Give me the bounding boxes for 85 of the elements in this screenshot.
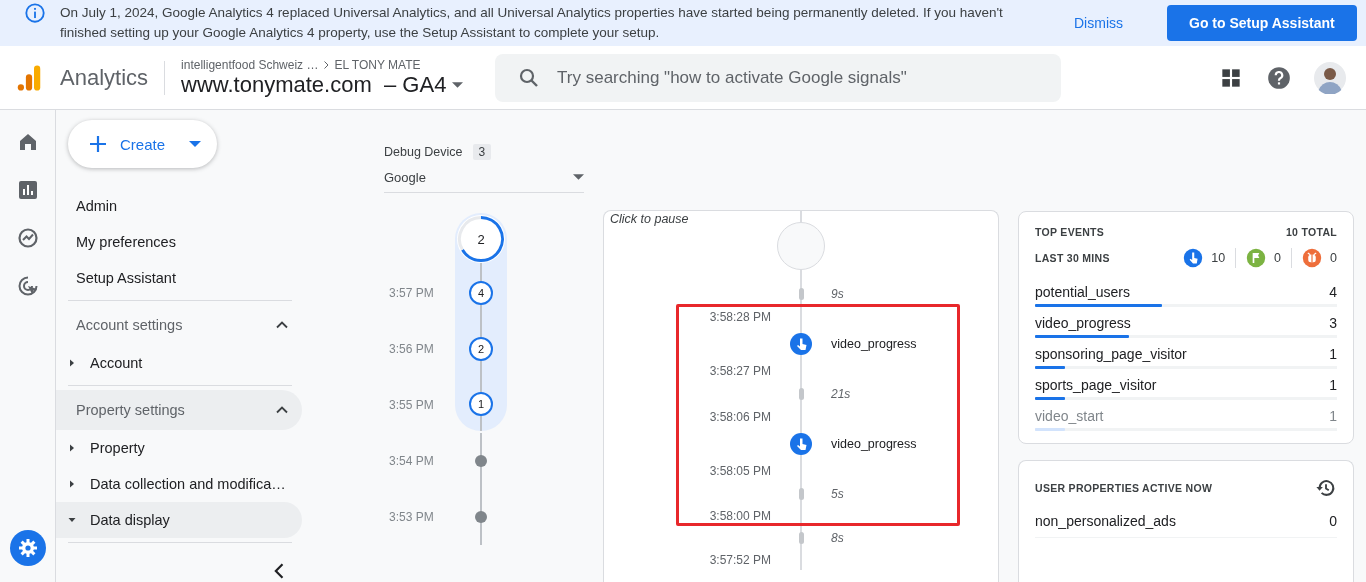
- gap-segment: [798, 532, 804, 544]
- minute-label: 3:53 PM: [388, 510, 435, 524]
- dismiss-link[interactable]: Dismiss: [1074, 15, 1123, 31]
- nav-item[interactable]: Data display: [56, 502, 302, 538]
- event-name[interactable]: video_start: [1035, 408, 1104, 424]
- stream-start-circle: [777, 222, 825, 270]
- event-count: 3: [1329, 315, 1337, 331]
- timestamp: 3:58:00 PM: [709, 509, 771, 523]
- time-gap-label: 8s: [830, 531, 845, 545]
- timestamp: 3:58:06 PM: [709, 410, 771, 424]
- time-gap-label: 9s: [830, 287, 845, 301]
- bug-icon: [1302, 248, 1323, 268]
- event-name[interactable]: sports_page_visitor: [1035, 377, 1157, 393]
- event-name[interactable]: video_progress: [821, 437, 998, 451]
- minute-label: 3:56 PM: [388, 342, 435, 356]
- nav-item[interactable]: Admin: [68, 188, 302, 224]
- search-field[interactable]: Try searching "how to activate Google signals": [495, 53, 1062, 102]
- minute-label: 3:57 PM: [388, 286, 435, 300]
- property-name: non_personalized_ads: [1035, 513, 1176, 529]
- caret-down-icon: [189, 141, 202, 147]
- pause-hint: Click to pause: [609, 211, 690, 227]
- tap-icon[interactable]: [789, 332, 813, 356]
- caret-down-icon: [573, 174, 584, 180]
- settings-button[interactable]: [9, 530, 46, 566]
- minute-bubble[interactable]: 1: [469, 392, 493, 416]
- minute-bubble[interactable]: 4: [469, 281, 493, 305]
- timestamp: 3:57:52 PM: [709, 553, 771, 567]
- minute-label: 3:54 PM: [388, 454, 435, 468]
- property-selector[interactable]: www.tonymate.com – GA4: [181, 71, 482, 98]
- card-title: USER PROPERTIES ACTIVE NOW: [1035, 482, 1213, 494]
- minute-dot[interactable]: [475, 511, 487, 523]
- banner-message: On July 1, 2024, Google Analytics 4 replaced Universal Analytics, and all Universal Analytics properties have started being permanently deleted. If you haven't finished setting up your Google Analytics 4 property, use the Setup Assistant to complete your setup.: [60, 4, 1004, 42]
- time-gap-label: 5s: [830, 487, 845, 501]
- minute-dot[interactable]: [475, 455, 487, 467]
- gap-segment: [798, 488, 804, 500]
- gap-segment: [798, 288, 804, 300]
- product-name: Analytics: [60, 64, 149, 91]
- card-title: TOP EVENTS: [1035, 226, 1105, 238]
- section-header[interactable]: Property settings: [56, 390, 302, 430]
- setup-assistant-button[interactable]: Go to Setup Assistant: [1167, 5, 1357, 41]
- event-count: 1: [1329, 408, 1337, 424]
- info-icon: [24, 2, 46, 24]
- breadcrumb-item[interactable]: intelligentfood Schweiz …: [181, 57, 319, 72]
- nav-item[interactable]: Account: [56, 345, 302, 381]
- event-type-count: 10: [1211, 251, 1226, 265]
- event-type-count: 0: [1330, 251, 1337, 265]
- event-stream-panel[interactable]: Click to pause 9s 3:58:28 PM 3:58:27 PM video_progress 21s 3:58:06 PM 3:58:05 PM video_progress 5s 3:58:00 PM 8s 3:57:52 PM: [603, 210, 999, 582]
- flag-icon: [1246, 248, 1267, 268]
- event-name[interactable]: potential_users: [1035, 284, 1130, 300]
- nav-item[interactable]: Setup Assistant: [68, 260, 302, 296]
- minute-bubble[interactable]: 2: [469, 337, 493, 361]
- total-count: 10 TOTAL: [1285, 226, 1337, 238]
- timestamp: 3:58:05 PM: [709, 464, 771, 478]
- nav-item[interactable]: Data collection and modifica…: [56, 466, 302, 502]
- period-label: LAST 30 MINS: [1035, 252, 1110, 264]
- event-name[interactable]: sponsoring_page_visitor: [1035, 346, 1187, 362]
- timestamp: 3:58:28 PM: [709, 310, 771, 324]
- avatar-icon[interactable]: [1314, 61, 1346, 94]
- event-count: 1: [1329, 377, 1337, 393]
- event-name[interactable]: video_progress: [1035, 315, 1131, 331]
- event-count: 4: [1329, 284, 1337, 300]
- nav-item[interactable]: Property: [56, 430, 302, 466]
- event-name[interactable]: video_progress: [821, 337, 998, 351]
- time-gap-label: 21s: [830, 387, 852, 401]
- breadcrumb-item[interactable]: EL TONY MATE: [334, 57, 421, 72]
- tap-icon[interactable]: [789, 432, 813, 456]
- tap-icon: [1183, 248, 1204, 268]
- section-header[interactable]: Account settings: [56, 305, 302, 345]
- nav-item[interactable]: My preferences: [68, 224, 302, 260]
- current-minute-bubble[interactable]: 2: [457, 215, 505, 263]
- event-count: 1: [1329, 346, 1337, 362]
- property-value: 0: [1329, 513, 1337, 529]
- explore-icon: [15, 226, 40, 250]
- debug-device-label: Debug Device: [384, 145, 463, 159]
- gap-segment: [798, 388, 804, 400]
- minute-label: 3:55 PM: [388, 398, 435, 412]
- help-icon[interactable]: [1266, 64, 1292, 91]
- history-icon[interactable]: [1315, 477, 1337, 499]
- caret-down-icon: [452, 81, 464, 88]
- explore-button[interactable]: [15, 226, 40, 250]
- timestamp: 3:58:27 PM: [709, 364, 771, 378]
- event-type-count: 0: [1274, 251, 1282, 265]
- create-button[interactable]: Create: [68, 120, 218, 168]
- device-count: 3: [472, 144, 492, 160]
- device-dropdown[interactable]: Google: [384, 162, 584, 193]
